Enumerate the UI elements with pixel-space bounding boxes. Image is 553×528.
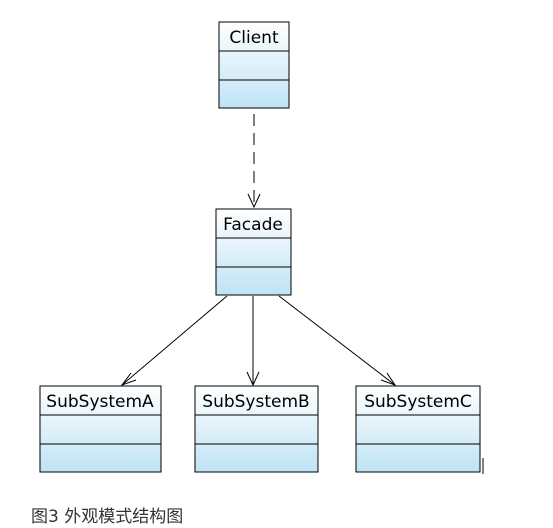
- relation-facade-subsystem-b: [246, 296, 260, 387]
- class-name-client: Client: [229, 28, 279, 48]
- class-facade: Facade: [215, 208, 292, 296]
- figure-caption: 图3 外观模式结构图: [31, 507, 184, 527]
- class-subsystem-a: SubSystemA: [39, 385, 162, 473]
- class-subsystem-c: SubSystemC: [355, 385, 484, 474]
- class-name-subsystem-c: SubSystemC: [364, 392, 472, 412]
- relation-client-facade: [247, 114, 261, 209]
- relation-facade-subsystem-a: [120, 295, 228, 387]
- relation-facade-subsystem-c: [278, 295, 397, 386]
- class-name-facade: Facade: [223, 215, 283, 235]
- class-subsystem-b: SubSystemB: [194, 385, 319, 473]
- class-name-subsystem-b: SubSystemB: [202, 392, 309, 412]
- facade-pattern-diagram: Client Facade SubSystemA SubSystemB SubS…: [39, 21, 484, 474]
- diagram-canvas: Client Facade SubSystemA SubSystemB SubS…: [0, 0, 553, 528]
- class-client: Client: [218, 21, 290, 109]
- class-name-subsystem-a: SubSystemA: [46, 392, 154, 412]
